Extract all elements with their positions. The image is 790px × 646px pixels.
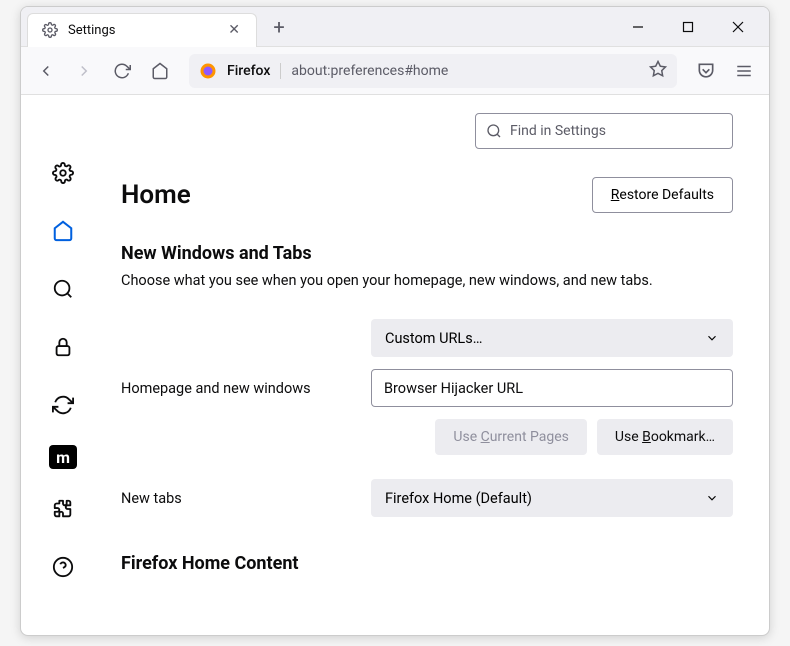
use-current-pages-button[interactable]: Use Current Pages	[435, 419, 587, 455]
bookmark-star-icon[interactable]	[649, 60, 667, 82]
close-window-button[interactable]	[713, 9, 763, 45]
sidebar-item-help[interactable]	[45, 549, 81, 585]
identity-label: Firefox	[227, 63, 270, 79]
tab-bar: Settings ✕ +	[21, 7, 769, 47]
sidebar-item-sync[interactable]	[45, 387, 81, 423]
menu-icon[interactable]	[727, 54, 761, 88]
gear-icon	[42, 22, 58, 38]
search-placeholder: Find in Settings	[510, 123, 606, 139]
back-button[interactable]	[29, 54, 63, 88]
forward-button[interactable]	[67, 54, 101, 88]
section-home-content-title: Firefox Home Content	[121, 553, 733, 574]
newtabs-label: New tabs	[121, 490, 351, 507]
sidebar: m	[21, 95, 105, 635]
use-bookmark-button[interactable]: Use Bookmark…	[597, 419, 733, 455]
sidebar-item-extensions[interactable]	[45, 491, 81, 527]
sidebar-item-m[interactable]: m	[49, 445, 77, 469]
homepage-url-input[interactable]	[371, 369, 733, 407]
search-input[interactable]: Find in Settings	[475, 113, 733, 149]
page-title: Home	[121, 180, 191, 210]
search-icon	[486, 123, 502, 139]
section-new-windows-desc: Choose what you see when you open your h…	[121, 272, 733, 289]
sidebar-item-privacy[interactable]	[45, 329, 81, 365]
sidebar-item-home[interactable]	[45, 213, 81, 249]
content-area: m Find in Settings Home Restore Defaults…	[21, 95, 769, 635]
home-button[interactable]	[143, 54, 177, 88]
chevron-down-icon	[705, 491, 719, 505]
minimize-button[interactable]	[613, 9, 663, 45]
dropdown-value: Custom URLs…	[385, 330, 482, 347]
newtabs-dropdown[interactable]: Firefox Home (Default)	[371, 479, 733, 517]
dropdown-value: Firefox Home (Default)	[385, 490, 532, 507]
main-panel: Find in Settings Home Restore Defaults N…	[105, 95, 769, 635]
chevron-down-icon	[705, 331, 719, 345]
homepage-label: Homepage and new windows	[121, 380, 351, 397]
homepage-mode-dropdown[interactable]: Custom URLs…	[371, 319, 733, 357]
restore-defaults-button[interactable]: Restore Defaults	[592, 177, 733, 213]
firefox-icon	[199, 62, 217, 80]
tab-title: Settings	[68, 23, 214, 38]
section-new-windows-title: New Windows and Tabs	[121, 243, 733, 264]
close-tab-icon[interactable]: ✕	[224, 20, 244, 40]
browser-window: Settings ✕ + Firefox about:preferences#h…	[20, 6, 770, 636]
toolbar: Firefox about:preferences#home	[21, 47, 769, 95]
sidebar-item-search[interactable]	[45, 271, 81, 307]
maximize-button[interactable]	[663, 9, 713, 45]
sidebar-item-general[interactable]	[45, 155, 81, 191]
pocket-icon[interactable]	[689, 54, 723, 88]
url-text: about:preferences#home	[280, 63, 448, 79]
url-bar[interactable]: Firefox about:preferences#home	[189, 54, 677, 88]
tab-settings[interactable]: Settings ✕	[27, 13, 257, 47]
reload-button[interactable]	[105, 54, 139, 88]
new-tab-button[interactable]: +	[263, 11, 295, 43]
